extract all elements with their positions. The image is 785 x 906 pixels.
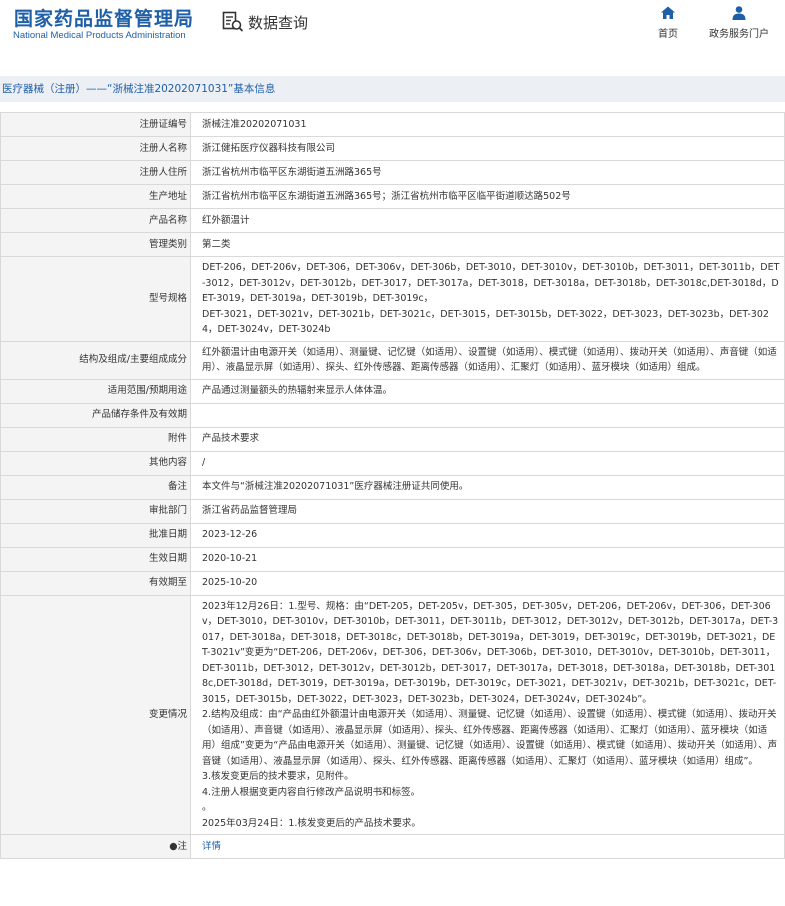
row-value: 浙江省杭州市临平区东湖街道五洲路365号；浙江省杭州市临平区临平街道顺达路502… — [190, 184, 785, 209]
data-query-heading[interactable]: 数据查询 — [222, 10, 308, 34]
change-paragraph: 2023年12月26日：1.型号、规格：由“DET-205，DET-205v，D… — [202, 600, 779, 705]
row-value: 浙江健拓医疗仪器科技有限公司 — [190, 136, 785, 161]
row-label: 备注 — [0, 474, 191, 500]
table-row: 管理类别 第二类 — [0, 232, 785, 257]
change-history: 2023年12月26日：1.型号、规格：由“DET-205，DET-205v，D… — [190, 594, 785, 835]
row-label: 有效期至 — [0, 570, 191, 596]
row-value: 2020-10-21 — [190, 546, 785, 572]
table-row: 产品名称 红外额温计 — [0, 208, 785, 233]
row-label: 注册人名称 — [0, 136, 191, 161]
row-value: 产品通过测量额头的热辐射来显示人体体温。 — [190, 378, 785, 404]
table-row: 注册人住所 浙江省杭州市临平区东湖街道五洲路365号 — [0, 160, 785, 185]
row-label: 管理类别 — [0, 232, 191, 257]
row-value: 红外额温计 — [190, 208, 785, 233]
change-paragraph: 4.注册人根据变更内容自行修改产品说明书和标签。 — [202, 786, 421, 798]
row-label: 批准日期 — [0, 522, 191, 548]
home-icon — [661, 6, 675, 19]
change-paragraph: 3.核发变更后的技术要求，见附件。 — [202, 771, 354, 782]
change-paragraph: 2025年03月24日：1.核发变更后的产品技术要求。 — [202, 817, 421, 829]
table-row: 注册证编号 浙械注准20202071031 — [0, 112, 785, 137]
detail-table: 注册证编号 浙械注准20202071031 注册人名称 浙江健拓医疗仪器科技有限… — [0, 112, 785, 859]
table-row: 注册人名称 浙江健拓医疗仪器科技有限公司 — [0, 136, 785, 161]
table-row: 产品储存条件及有效期 — [0, 402, 785, 428]
row-label: 结构及组成/主要组成成分 — [0, 340, 191, 380]
row-value — [190, 402, 785, 428]
table-row-note: ●注 详情 — [0, 834, 785, 859]
site-logo-cn[interactable]: 国家药品监督管理局 — [14, 4, 194, 31]
row-value: 浙江省杭州市临平区东湖街道五洲路365号 — [190, 160, 785, 185]
nav-gov-label: 政务服务门户 — [709, 29, 769, 40]
table-row: 型号规格 DET-206，DET-206v，DET-306，DET-306v，D… — [0, 256, 785, 342]
table-row-change-history: 变更情况 2023年12月26日：1.型号、规格：由“DET-205，DET-2… — [0, 594, 785, 835]
table-row: 审批部门 浙江省药品监督管理局 — [0, 498, 785, 524]
change-paragraph: 2.结构及组成：由“产品由红外额温计由电源开关（如适用）、测量键、记忆键（如适用… — [202, 709, 778, 767]
table-row: 备注 本文件与“浙械注准20202071031”医疗器械注册证共同使用。 — [0, 474, 785, 500]
data-query-label: 数据查询 — [248, 13, 309, 32]
row-label: 注册人住所 — [0, 160, 191, 185]
row-value: 浙江省药品监督管理局 — [190, 498, 785, 524]
row-value: 2023-12-26 — [190, 522, 785, 548]
table-row: 有效期至 2025-10-20 — [0, 570, 785, 596]
row-value: 浙械注准20202071031 — [190, 112, 785, 137]
table-row: 批准日期 2023-12-26 — [0, 522, 785, 548]
site-header: 国家药品监督管理局 National Medical Products Admi… — [0, 0, 785, 48]
row-label: ●注 — [0, 834, 191, 859]
row-value: / — [190, 450, 785, 476]
row-label: 适用范围/预期用途 — [0, 378, 191, 404]
details-link[interactable]: 详情 — [202, 841, 221, 852]
row-label: 附件 — [0, 426, 191, 452]
row-label: 产品名称 — [0, 208, 191, 233]
row-label: 产品储存条件及有效期 — [0, 402, 191, 428]
nav-home[interactable]: 首页 — [652, 5, 684, 40]
page-title: 医疗器械（注册）——“浙械注准20202071031”基本信息 — [0, 76, 785, 102]
row-label: 注册证编号 — [0, 112, 191, 137]
site-logo-en[interactable]: National Medical Products Administration — [13, 30, 186, 41]
table-row: 其他内容 / — [0, 450, 785, 476]
row-label: 审批部门 — [0, 498, 191, 524]
table-row: 生效日期 2020-10-21 — [0, 546, 785, 572]
row-label: 型号规格 — [0, 256, 191, 342]
table-row: 适用范围/预期用途 产品通过测量额头的热辐射来显示人体体温。 — [0, 378, 785, 404]
row-value: DET-206，DET-206v，DET-306，DET-306v，DET-30… — [190, 256, 785, 342]
user-icon — [732, 6, 746, 20]
row-label: 变更情况 — [0, 594, 191, 835]
table-row: 生产地址 浙江省杭州市临平区东湖街道五洲路365号；浙江省杭州市临平区临平街道顺… — [0, 184, 785, 209]
table-row: 附件 产品技术要求 — [0, 426, 785, 452]
row-value: 本文件与“浙械注准20202071031”医疗器械注册证共同使用。 — [190, 474, 785, 500]
row-value: 2025-10-20 — [190, 570, 785, 596]
row-value: 第二类 — [190, 232, 785, 257]
row-label: 生效日期 — [0, 546, 191, 572]
nav-gov-portal[interactable]: 政务服务门户 — [707, 5, 771, 40]
change-paragraph: 。 — [202, 802, 212, 813]
row-label: 其他内容 — [0, 450, 191, 476]
row-value: 产品技术要求 — [190, 426, 785, 452]
data-query-icon — [222, 11, 244, 32]
row-value: 红外额温计由电源开关（如适用）、测量键、记忆键（如适用）、设置键（如适用）、模式… — [190, 340, 785, 380]
table-row: 结构及组成/主要组成成分 红外额温计由电源开关（如适用）、测量键、记忆键（如适用… — [0, 340, 785, 380]
row-label: 生产地址 — [0, 184, 191, 209]
nav-home-label: 首页 — [658, 29, 678, 40]
